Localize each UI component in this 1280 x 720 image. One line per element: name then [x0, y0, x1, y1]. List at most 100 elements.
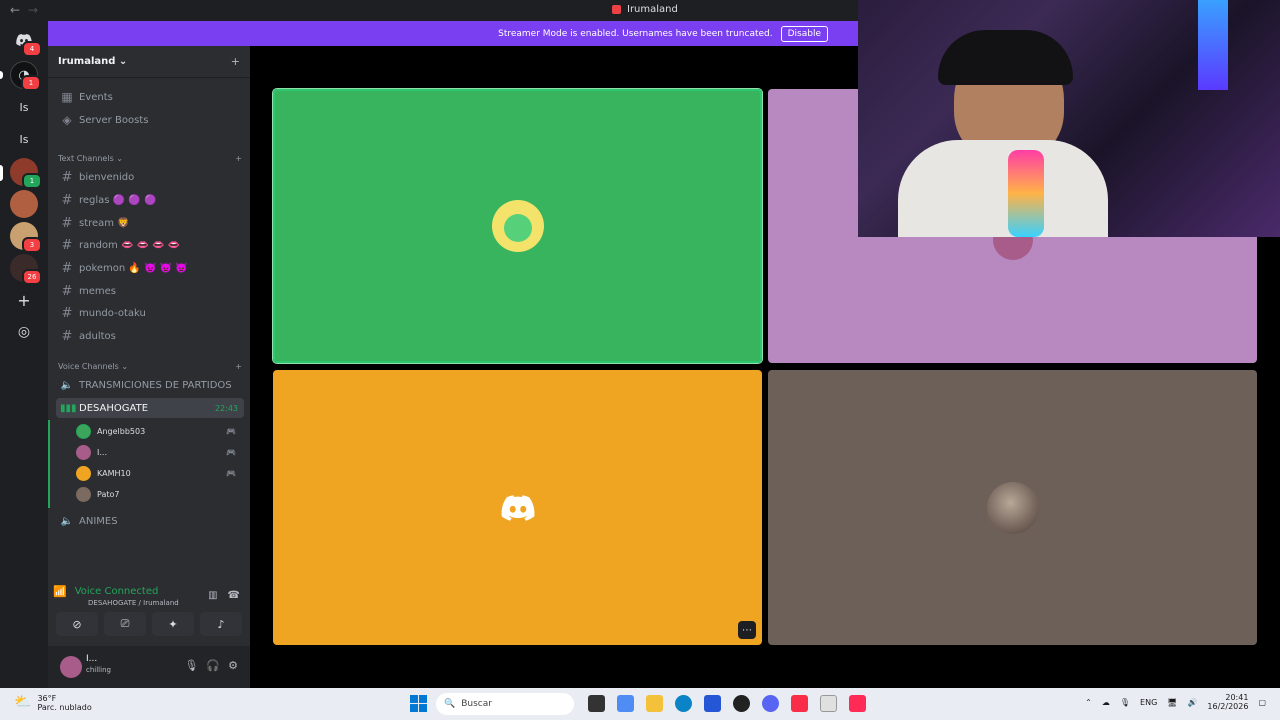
disconnect-icon[interactable]: ☎ [228, 590, 240, 601]
microphone-icon[interactable]: 🎙 [184, 659, 198, 672]
server-name: Irumaland ⌄ [58, 56, 127, 67]
voice-channel-desahogate[interactable]: ▮▮▮ DESAHOGATE 22:43 [56, 398, 244, 418]
hash-icon: # [61, 169, 73, 185]
forward-button[interactable]: → [28, 3, 38, 17]
volume-icon[interactable]: 🔊 [1187, 698, 1197, 707]
voice-channel-transmiciones[interactable]: 🔈 TRANSMICIONES DE PARTIDOS [56, 375, 244, 395]
server-icon-7[interactable]: 26 [10, 254, 42, 285]
clock[interactable]: 20:41 16/2/2026 [1207, 693, 1248, 711]
direct-messages-button[interactable]: 4 [10, 26, 42, 57]
banner-message: Streamer Mode is enabled. Usernames have… [498, 28, 773, 39]
channel-mundo-otaku[interactable]: # mundo-otaku [56, 303, 244, 323]
notifications-icon[interactable]: ▢ [1258, 698, 1266, 707]
search-icon: 🔍 [444, 699, 456, 709]
voice-user[interactable]: I... 🎮 [76, 442, 242, 462]
user-name: I... [86, 654, 98, 664]
webcam-person-beanie [938, 30, 1073, 85]
video-tile-angelbb503[interactable] [272, 88, 763, 364]
user-panel: I... chilling 🎙 🎧 ⚙ [48, 646, 250, 688]
window-title-text: Irumaland [627, 4, 678, 15]
tiktok-icon[interactable] [849, 695, 866, 712]
headphones-icon[interactable]: 🎧 [206, 659, 220, 672]
language-indicator[interactable]: ENG [1140, 698, 1157, 707]
voice-user[interactable]: KAMH10 🎮 [76, 463, 242, 483]
copilot-icon[interactable] [617, 695, 634, 712]
voice-channel-animes[interactable]: 🔈 ANIMES [56, 511, 244, 531]
server-icon-is-1[interactable]: Is [10, 93, 38, 121]
discord-app: ← → Irumaland 4 ◔ 1 Is Is 1 3 26 + [0, 0, 1280, 720]
game-icon: 🎮 [226, 447, 236, 457]
channel-name: pokemon 🔥 👿 👿 👿 [79, 262, 188, 274]
add-channel-icon[interactable]: + [235, 362, 242, 371]
server-icon-5[interactable] [10, 190, 38, 218]
channel-pokemon[interactable]: # pokemon 🔥 👿 👿 👿 [56, 258, 244, 278]
video-tile-kamh10[interactable]: ⋯ [273, 370, 762, 645]
discover-button[interactable]: ◎ [10, 318, 38, 346]
voice-status: 📶 Voice Connected [53, 585, 158, 598]
speaking-icon: ▮▮▮ [60, 402, 77, 414]
channel-stream[interactable]: # stream 🦁 [56, 213, 244, 233]
back-button[interactable]: ← [10, 3, 20, 17]
voice-channels-category[interactable]: Voice Channels ⌄ + [58, 362, 242, 371]
server-icon-is-2[interactable]: Is [10, 125, 38, 153]
avatar[interactable] [60, 656, 82, 678]
cloud-icon[interactable]: ☁ [1102, 698, 1110, 707]
windows-taskbar: ⛅ 36°F Parc. nublado 🔍 Buscar ⌃ ☁ 🎙 ENG … [0, 688, 1280, 720]
video-tile-pato7[interactable] [768, 370, 1257, 645]
server-icon-6[interactable]: 3 [10, 222, 42, 253]
microphone-icon[interactable]: 🎙 [1120, 698, 1130, 707]
store-icon[interactable] [704, 695, 721, 712]
voice-user[interactable]: Angelbb503 🎮 [76, 421, 242, 441]
camera-off-button[interactable]: ⊘ [56, 612, 98, 636]
server-icon-irumaland[interactable]: 1 [10, 158, 42, 189]
weather-widget[interactable]: ⛅ 36°F Parc. nublado [14, 694, 92, 712]
add-server-button[interactable]: + [10, 286, 38, 314]
weather-text: 36°F Parc. nublado [37, 694, 91, 712]
text-channels-category[interactable]: Text Channels ⌄ + [58, 154, 242, 163]
temperature: 36°F [37, 694, 57, 703]
task-view-icon[interactable] [588, 695, 605, 712]
channel-bienvenido[interactable]: # bienvenido [56, 167, 244, 187]
game-icon: 🎮 [226, 426, 236, 436]
screen-share-button[interactable]: ⎚ [104, 612, 146, 636]
invite-icon[interactable]: + [231, 55, 240, 68]
discord-taskbar-icon[interactable] [762, 695, 779, 712]
disable-button[interactable]: Disable [780, 25, 828, 42]
user-status: chilling [86, 666, 111, 674]
unread-pill [0, 71, 3, 79]
screen-share-icon: ⎚ [120, 617, 130, 630]
edge-icon[interactable] [675, 695, 692, 712]
events-label: Events [79, 91, 113, 103]
add-channel-icon[interactable]: + [235, 154, 242, 163]
music-icon[interactable] [791, 695, 808, 712]
compass-icon: ◎ [17, 324, 31, 340]
soundboard-button[interactable]: ♪ [200, 612, 242, 636]
noise-suppression-icon[interactable]: ▥ [208, 590, 217, 601]
voice-user[interactable]: Pato7 [76, 484, 242, 504]
channel-timer: 22:43 [214, 403, 238, 413]
gear-icon[interactable]: ⚙ [228, 659, 238, 672]
calendar-icon: ▦ [61, 90, 73, 104]
camera-off-icon: ⊘ [72, 617, 82, 631]
channel-adultos[interactable]: # adultos [56, 326, 244, 346]
network-icon[interactable]: 🖥 [1167, 698, 1177, 707]
server-boosts-item[interactable]: ◈ Server Boosts [56, 110, 244, 130]
server-icon-1[interactable]: ◔ 1 [10, 61, 41, 91]
unread-badge: 26 [22, 269, 42, 285]
channel-random[interactable]: # random 👄 👄 👄 👄 [56, 235, 244, 255]
obs-icon[interactable] [733, 695, 750, 712]
chevron-up-icon[interactable]: ⌃ [1085, 698, 1092, 707]
snipping-icon[interactable] [820, 695, 837, 712]
start-button[interactable] [410, 695, 427, 712]
channel-memes[interactable]: # memes [56, 281, 244, 301]
plus-icon: + [17, 290, 31, 310]
server-header[interactable]: Irumaland ⌄ + [48, 46, 250, 78]
avatar [498, 493, 538, 523]
more-options-button[interactable]: ⋯ [738, 621, 756, 639]
activities-button[interactable]: ✦ [152, 612, 194, 636]
taskbar-search[interactable]: 🔍 Buscar [436, 693, 574, 715]
events-item[interactable]: ▦ Events [56, 87, 244, 107]
channel-reglas[interactable]: # reglas 🟣 🟣 🟣 [56, 190, 244, 210]
folder-icon[interactable] [646, 695, 663, 712]
avatar [491, 200, 544, 252]
